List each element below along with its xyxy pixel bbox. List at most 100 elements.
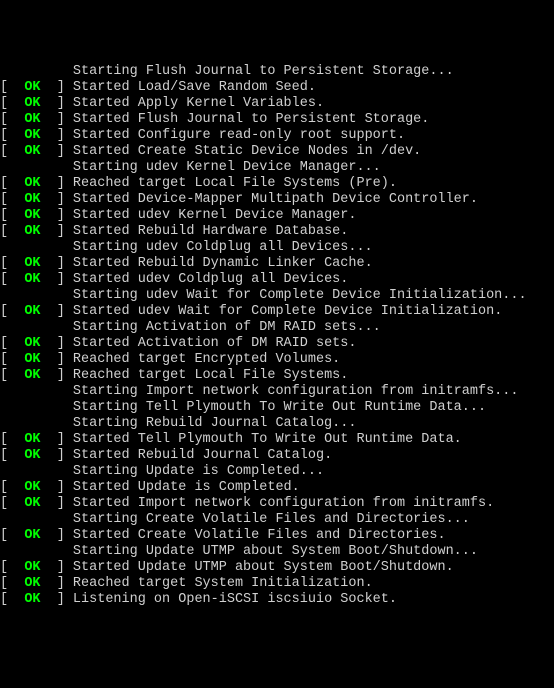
bracket-close: ] bbox=[41, 560, 73, 575]
boot-message: Started Create Volatile Files and Direct… bbox=[73, 528, 446, 543]
bracket-open: [ bbox=[0, 448, 24, 463]
boot-log-line: [ OK ] Started udev Wait for Complete De… bbox=[0, 304, 554, 320]
status-ok: OK bbox=[24, 432, 40, 447]
boot-log-line: [ OK ] Started Flush Journal to Persiste… bbox=[0, 112, 554, 128]
status-ok: OK bbox=[24, 336, 40, 351]
bracket-close: ] bbox=[41, 208, 73, 223]
status-ok: OK bbox=[24, 96, 40, 111]
bracket-open: [ bbox=[0, 272, 24, 287]
status-ok: OK bbox=[24, 496, 40, 511]
boot-log-line: [ OK ] Started Create Static Device Node… bbox=[0, 144, 554, 160]
status-ok: OK bbox=[24, 224, 40, 239]
bracket-close: ] bbox=[41, 368, 73, 383]
boot-log-line: [ OK ] Started Device-Mapper Multipath D… bbox=[0, 192, 554, 208]
boot-log-line: Starting udev Kernel Device Manager... bbox=[0, 160, 554, 176]
boot-log-line: Starting Create Volatile Files and Direc… bbox=[0, 512, 554, 528]
bracket-close: ] bbox=[41, 224, 73, 239]
bracket-close: ] bbox=[41, 192, 73, 207]
boot-message: Starting udev Coldplug all Devices... bbox=[0, 240, 373, 255]
boot-message: Started Import network configuration fro… bbox=[73, 496, 494, 511]
status-ok: OK bbox=[24, 528, 40, 543]
boot-log-line: [ OK ] Started Rebuild Journal Catalog. bbox=[0, 448, 554, 464]
boot-log-line: Starting Flush Journal to Persistent Sto… bbox=[0, 64, 554, 80]
boot-message: Started udev Coldplug all Devices. bbox=[73, 272, 348, 287]
status-ok: OK bbox=[24, 176, 40, 191]
bracket-close: ] bbox=[41, 96, 73, 111]
boot-message: Starting Tell Plymouth To Write Out Runt… bbox=[0, 400, 486, 415]
boot-message: Starting Import network configuration fr… bbox=[0, 384, 518, 399]
boot-message: Starting Update UTMP about System Boot/S… bbox=[0, 544, 478, 559]
bracket-close: ] bbox=[41, 304, 73, 319]
boot-log-line: Starting Activation of DM RAID sets... bbox=[0, 320, 554, 336]
bracket-open: [ bbox=[0, 560, 24, 575]
bracket-open: [ bbox=[0, 480, 24, 495]
bracket-open: [ bbox=[0, 192, 24, 207]
boot-log-line: [ OK ] Listening on Open-iSCSI iscsiuio … bbox=[0, 592, 554, 608]
bracket-close: ] bbox=[41, 256, 73, 271]
boot-message: Reached target Local File Systems (Pre). bbox=[73, 176, 397, 191]
boot-log-line: Starting Import network configuration fr… bbox=[0, 384, 554, 400]
bracket-open: [ bbox=[0, 128, 24, 143]
boot-message: Started udev Kernel Device Manager. bbox=[73, 208, 357, 223]
boot-log-line: [ OK ] Started Configure read-only root … bbox=[0, 128, 554, 144]
boot-message: Listening on Open-iSCSI iscsiuio Socket. bbox=[73, 592, 397, 607]
bracket-close: ] bbox=[41, 336, 73, 351]
boot-message: Reached target Local File Systems. bbox=[73, 368, 348, 383]
status-ok: OK bbox=[24, 592, 40, 607]
boot-log-line: [ OK ] Started Create Volatile Files and… bbox=[0, 528, 554, 544]
status-ok: OK bbox=[24, 256, 40, 271]
boot-message: Started Flush Journal to Persistent Stor… bbox=[73, 112, 429, 127]
bracket-open: [ bbox=[0, 256, 24, 271]
boot-message: Reached target System Initialization. bbox=[73, 576, 373, 591]
status-ok: OK bbox=[24, 576, 40, 591]
boot-log-line: [ OK ] Started udev Coldplug all Devices… bbox=[0, 272, 554, 288]
boot-log-line: [ OK ] Reached target Local File Systems… bbox=[0, 368, 554, 384]
status-ok: OK bbox=[24, 192, 40, 207]
bracket-open: [ bbox=[0, 176, 24, 191]
boot-message: Started Rebuild Hardware Database. bbox=[73, 224, 348, 239]
bracket-open: [ bbox=[0, 352, 24, 367]
boot-log-line: [ OK ] Started Update UTMP about System … bbox=[0, 560, 554, 576]
bracket-close: ] bbox=[41, 496, 73, 511]
boot-log-line: Starting Update UTMP about System Boot/S… bbox=[0, 544, 554, 560]
bracket-open: [ bbox=[0, 144, 24, 159]
boot-message: Started Create Static Device Nodes in /d… bbox=[73, 144, 421, 159]
status-ok: OK bbox=[24, 480, 40, 495]
boot-log-line: [ OK ] Started Activation of DM RAID set… bbox=[0, 336, 554, 352]
status-ok: OK bbox=[24, 272, 40, 287]
boot-log-line: [ OK ] Started udev Kernel Device Manage… bbox=[0, 208, 554, 224]
status-ok: OK bbox=[24, 448, 40, 463]
bracket-close: ] bbox=[41, 144, 73, 159]
status-ok: OK bbox=[24, 144, 40, 159]
status-ok: OK bbox=[24, 560, 40, 575]
bracket-open: [ bbox=[0, 432, 24, 447]
boot-message: Started Activation of DM RAID sets. bbox=[73, 336, 357, 351]
status-ok: OK bbox=[24, 368, 40, 383]
boot-message: Starting Flush Journal to Persistent Sto… bbox=[0, 64, 454, 79]
boot-message: Starting udev Kernel Device Manager... bbox=[0, 160, 381, 175]
boot-message: Started Rebuild Dynamic Linker Cache. bbox=[73, 256, 373, 271]
bracket-close: ] bbox=[41, 528, 73, 543]
bracket-open: [ bbox=[0, 368, 24, 383]
boot-message: Started Tell Plymouth To Write Out Runti… bbox=[73, 432, 462, 447]
boot-log-line: Starting udev Wait for Complete Device I… bbox=[0, 288, 554, 304]
boot-log-line: [ OK ] Started Apply Kernel Variables. bbox=[0, 96, 554, 112]
status-ok: OK bbox=[24, 128, 40, 143]
boot-log-line: [ OK ] Started Load/Save Random Seed. bbox=[0, 80, 554, 96]
bracket-close: ] bbox=[41, 448, 73, 463]
bracket-open: [ bbox=[0, 528, 24, 543]
bracket-open: [ bbox=[0, 80, 24, 95]
boot-log-line: [ OK ] Started Tell Plymouth To Write Ou… bbox=[0, 432, 554, 448]
bracket-close: ] bbox=[41, 432, 73, 447]
bracket-open: [ bbox=[0, 208, 24, 223]
bracket-close: ] bbox=[41, 480, 73, 495]
boot-message: Starting Rebuild Journal Catalog... bbox=[0, 416, 356, 431]
boot-message: Started Rebuild Journal Catalog. bbox=[73, 448, 332, 463]
bracket-open: [ bbox=[0, 96, 24, 111]
bracket-close: ] bbox=[41, 576, 73, 591]
bracket-close: ] bbox=[41, 80, 73, 95]
boot-message: Started Device-Mapper Multipath Device C… bbox=[73, 192, 478, 207]
status-ok: OK bbox=[24, 112, 40, 127]
bracket-open: [ bbox=[0, 592, 24, 607]
boot-message: Started udev Wait for Complete Device In… bbox=[73, 304, 502, 319]
